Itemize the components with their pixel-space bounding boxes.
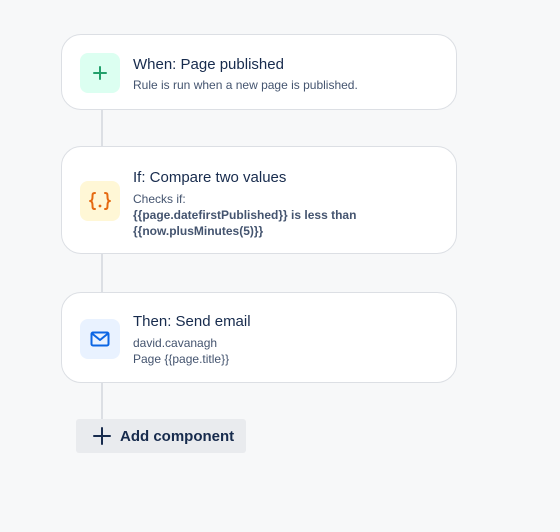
condition-expression-line: {{page.datefirstPublished}} is less than bbox=[133, 207, 356, 223]
condition-icon-box bbox=[80, 181, 120, 221]
trigger-card[interactable]: When: Page published Rule is run when a … bbox=[61, 34, 457, 110]
condition-title: If: Compare two values bbox=[133, 169, 287, 186]
trigger-subtitle: Rule is run when a new page is published… bbox=[133, 78, 358, 92]
add-component-button[interactable]: Add component bbox=[76, 419, 246, 453]
condition-right-value: {{now.plusMinutes(5)}} bbox=[133, 224, 264, 238]
action-title: Then: Send email bbox=[133, 313, 251, 330]
plus-icon bbox=[93, 427, 111, 445]
action-card[interactable]: Then: Send email david.cavanagh Page {{p… bbox=[61, 292, 457, 383]
flow-connector bbox=[101, 254, 103, 292]
action-email-subject: Page {{page.title}} bbox=[133, 352, 230, 366]
trigger-icon-box bbox=[80, 53, 120, 93]
add-component-label: Add component bbox=[120, 427, 235, 445]
condition-left-value: {{page.datefirstPublished}} bbox=[133, 208, 288, 222]
condition-card[interactable]: If: Compare two values Checks if: {{page… bbox=[61, 146, 457, 254]
mail-icon bbox=[90, 331, 110, 347]
flow-connector bbox=[101, 110, 103, 146]
plus-icon bbox=[93, 66, 107, 80]
trigger-title: When: Page published bbox=[133, 56, 284, 73]
braces-icon bbox=[89, 192, 111, 210]
flow-connector bbox=[101, 383, 103, 419]
condition-checks-label: Checks if: bbox=[133, 192, 186, 206]
condition-operator: is less than bbox=[287, 208, 357, 222]
action-recipient: david.cavanagh bbox=[133, 336, 217, 350]
action-icon-box bbox=[80, 319, 120, 359]
